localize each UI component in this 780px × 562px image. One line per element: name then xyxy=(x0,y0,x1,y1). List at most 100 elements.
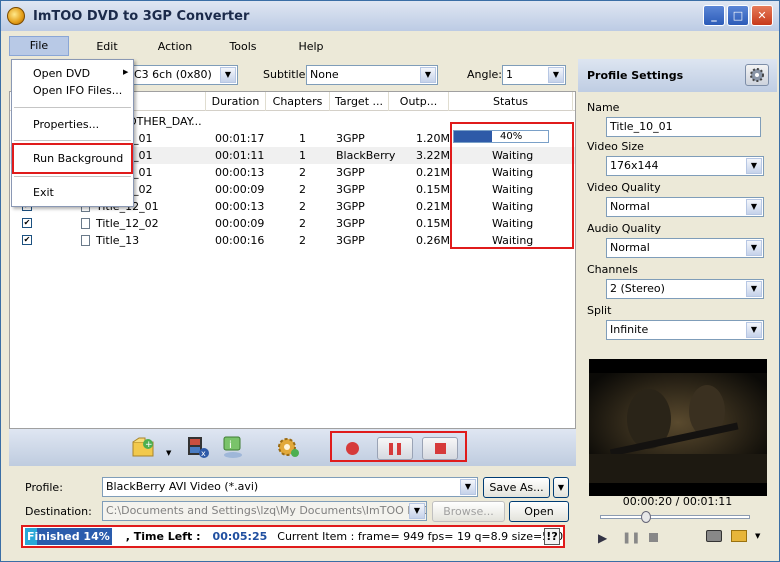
chevron-down-icon: ▼ xyxy=(746,199,762,215)
pause-button[interactable] xyxy=(377,437,413,460)
current-item-text: Current Item : frame= 949 fps= 19 q=8.9 … xyxy=(277,530,563,543)
playback-time: 00:00:20 / 00:01:11 xyxy=(622,495,733,508)
snapshot-camera-icon[interactable] xyxy=(706,530,722,542)
profile-select[interactable]: BlackBerry AVI Video (*.avi) ▼ xyxy=(102,477,478,497)
document-icon xyxy=(81,218,90,229)
time-left-label: , Time Left : xyxy=(125,530,201,543)
split-label: Split xyxy=(587,304,612,317)
audio-select[interactable]: C3 6ch (0x80) ▼ xyxy=(116,65,238,85)
help-button[interactable]: !? xyxy=(544,528,560,545)
add-file-icon[interactable]: + xyxy=(131,435,157,459)
status-bar: Finished 14% , Time Left : 00:05:25 Curr… xyxy=(21,525,565,548)
row-chapters: 2 xyxy=(299,166,306,179)
chevron-down-icon[interactable]: ▼ xyxy=(166,449,171,457)
col-status[interactable]: Status xyxy=(449,92,573,111)
svg-text:+: + xyxy=(145,440,153,450)
row-output: 3.22M xyxy=(416,149,450,162)
seek-slider[interactable] xyxy=(600,511,750,523)
col-duration[interactable]: Duration xyxy=(206,92,266,111)
menu-action[interactable]: Action xyxy=(141,40,209,53)
audio-quality-select[interactable]: Normal ▼ xyxy=(606,238,764,258)
stop-icon[interactable] xyxy=(649,533,658,542)
col-output[interactable]: Outp... xyxy=(389,92,449,111)
settings-gear-icon[interactable] xyxy=(275,435,301,459)
window-title: ImTOO DVD to 3GP Converter xyxy=(33,8,250,24)
row-chapters: 1 xyxy=(299,132,306,145)
play-icon[interactable]: ▶ xyxy=(598,531,607,545)
overall-progress: Finished 14% xyxy=(25,528,112,545)
remove-clip-icon[interactable]: x xyxy=(185,435,211,459)
profile-select-value: BlackBerry AVI Video (*.avi) xyxy=(106,480,259,493)
row-duration: 00:00:16 xyxy=(215,234,265,247)
pause-icon[interactable]: ❚❚ xyxy=(622,531,640,544)
menu-open-ifo[interactable]: Open IFO Files... xyxy=(12,82,133,99)
chevron-down-icon[interactable]: ▼ xyxy=(755,532,760,540)
maximize-button[interactable]: □ xyxy=(727,5,749,26)
row-target: 3GPP xyxy=(336,200,365,213)
record-icon xyxy=(345,442,359,455)
channels-label: Channels xyxy=(587,263,638,276)
row-output: 0.21M xyxy=(416,200,450,213)
menu-run-background[interactable]: Run Background xyxy=(12,150,133,167)
angle-label: Angle: xyxy=(467,68,503,81)
menu-separator xyxy=(14,176,131,177)
menu-exit[interactable]: Exit xyxy=(12,184,133,201)
title-bar: ImTOO DVD to 3GP Converter _ □ ✕ xyxy=(1,1,779,31)
svg-text:i: i xyxy=(229,440,232,451)
col-target[interactable]: Target ... xyxy=(330,92,389,111)
stop-button[interactable] xyxy=(422,437,458,460)
video-size-select[interactable]: 176x144 ▼ xyxy=(606,156,764,176)
video-quality-select[interactable]: Normal ▼ xyxy=(606,197,764,217)
chevron-down-icon: ▼ xyxy=(746,240,762,256)
menu-separator xyxy=(14,140,131,141)
row-chapters: 2 xyxy=(299,200,306,213)
row-target: BlackBerry xyxy=(336,149,396,162)
menu-help[interactable]: Help xyxy=(277,40,345,53)
save-as-button[interactable]: Save As... xyxy=(483,477,550,498)
subtitle-select[interactable]: None ▼ xyxy=(306,65,438,85)
menu-file[interactable]: File xyxy=(9,36,69,56)
chevron-down-icon: ▼ xyxy=(557,483,565,492)
menu-open-dvd[interactable]: Open DVD xyxy=(12,65,133,82)
app-logo-icon xyxy=(7,7,25,25)
row-checkbox[interactable]: ✔ xyxy=(22,218,32,228)
row-target: 3GPP xyxy=(336,166,365,179)
record-button[interactable] xyxy=(334,437,370,460)
row-duration: 00:00:13 xyxy=(215,166,265,179)
menu-edit[interactable]: Edit xyxy=(73,40,141,53)
name-label: Name xyxy=(587,101,620,114)
name-value: Title_10_01 xyxy=(610,120,673,133)
row-checkbox[interactable]: ✔ xyxy=(22,235,32,245)
panel-title: Profile Settings xyxy=(587,69,684,82)
channels-select[interactable]: 2 (Stereo) ▼ xyxy=(606,279,764,299)
stop-icon xyxy=(434,443,446,454)
split-select[interactable]: Infinite ▼ xyxy=(606,320,764,340)
row-duration: 00:01:17 xyxy=(215,132,265,145)
folder-icon[interactable] xyxy=(731,530,747,542)
row-duration: 00:00:13 xyxy=(215,200,265,213)
destination-label: Destination: xyxy=(25,505,92,518)
row-name: _01 xyxy=(133,149,153,162)
row-target: 3GPP xyxy=(336,217,365,230)
save-as-dropdown[interactable]: ▼ xyxy=(553,477,569,498)
playback-controls-highlight xyxy=(330,431,467,462)
name-input[interactable]: Title_10_01 xyxy=(606,117,761,137)
minimize-button[interactable]: _ xyxy=(703,5,725,26)
row-duration: 00:01:11 xyxy=(215,149,265,162)
angle-select[interactable]: 1 ▼ xyxy=(502,65,566,85)
export-info-icon[interactable]: i xyxy=(221,435,247,459)
open-button[interactable]: Open xyxy=(509,501,569,522)
gear-icon xyxy=(750,68,764,82)
profile-settings-header: Profile Settings xyxy=(578,59,777,92)
advanced-settings-button[interactable] xyxy=(745,64,769,86)
destination-input[interactable]: C:\Documents and Settings\lzq\My Documen… xyxy=(102,501,427,521)
row-output: 0.15M xyxy=(416,217,450,230)
menu-tools[interactable]: Tools xyxy=(209,40,277,53)
browse-button[interactable]: Browse... xyxy=(432,501,505,522)
menu-properties[interactable]: Properties... xyxy=(12,116,133,133)
close-button[interactable]: ✕ xyxy=(751,5,773,26)
channels-value: 2 (Stereo) xyxy=(610,282,665,295)
split-value: Infinite xyxy=(610,323,649,336)
col-chapters[interactable]: Chapters xyxy=(266,92,330,111)
seek-slider-thumb[interactable] xyxy=(641,511,651,523)
